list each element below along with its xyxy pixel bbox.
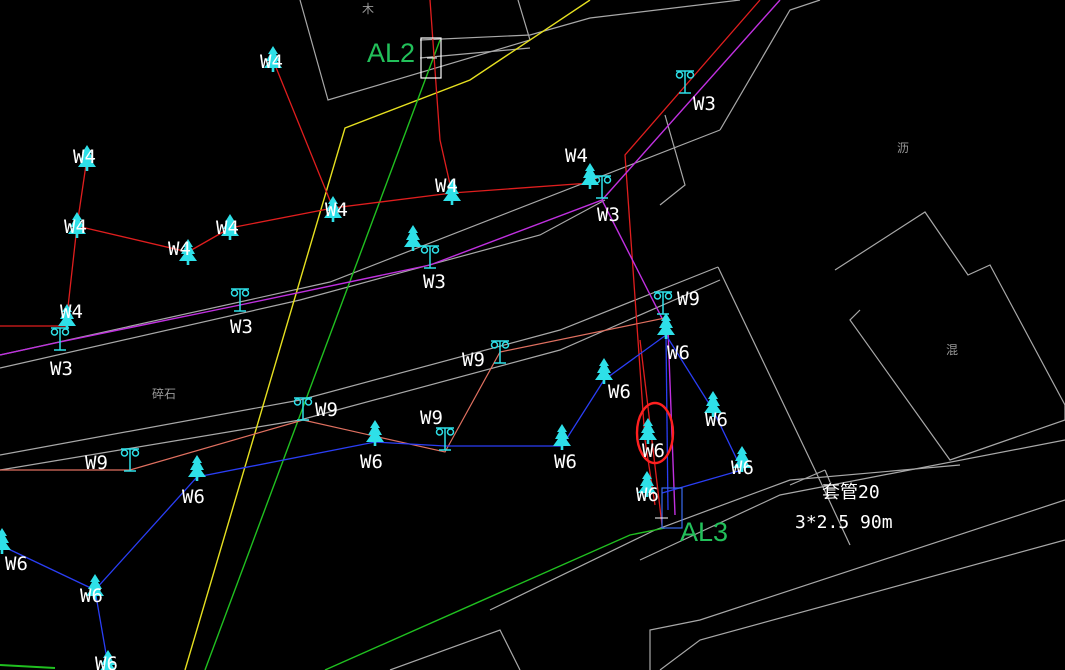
road-edge-upper xyxy=(0,129,721,356)
fixture-w4-a[interactable]: W4 xyxy=(260,46,283,73)
fixture-label: W9 xyxy=(315,399,338,421)
fixture-w4-d[interactable]: W4 xyxy=(168,238,197,265)
fixture-label: W9 xyxy=(677,288,700,310)
area-label-concrete: 混 xyxy=(946,343,958,357)
fixture-label: W6 xyxy=(705,409,728,431)
road-edge-lower-2 xyxy=(0,279,721,471)
fixture-label: W4 xyxy=(216,217,239,239)
cable-note-spec: 3*2.5 90m xyxy=(795,512,893,533)
lamp-post-icon xyxy=(675,70,695,94)
fixture-label: W4 xyxy=(260,51,283,73)
cable-note-sleeve: 套管20 xyxy=(822,482,880,503)
fixture-label: W6 xyxy=(80,585,103,607)
fixture-label: W6 xyxy=(5,553,28,575)
road-edge-lower-1 xyxy=(0,266,719,456)
fixture-w6-h[interactable]: W6 xyxy=(360,420,384,473)
fixture-w6-d[interactable]: W6 xyxy=(731,446,754,479)
road-edge-south-4 xyxy=(659,539,1065,670)
fixture-w4-e[interactable]: W4 xyxy=(216,214,239,240)
road-edge-south-5 xyxy=(389,629,521,670)
fixture-w9-a[interactable]: W9 xyxy=(653,288,700,315)
fixture-w9-d[interactable]: W9 xyxy=(420,407,455,451)
fixture-label: W6 xyxy=(642,440,665,462)
fixture-w4-g[interactable]: W4 xyxy=(435,175,461,205)
panel-al2-label: AL2 xyxy=(367,38,415,68)
fixture-label: W4 xyxy=(325,199,348,221)
fixture-w9-b[interactable]: W9 xyxy=(462,340,510,371)
road-green xyxy=(204,39,441,670)
panel-al3-label: AL3 xyxy=(680,517,728,547)
fixture-label: W6 xyxy=(731,457,754,479)
fixture-label: W3 xyxy=(597,204,620,226)
lamp-post-icon xyxy=(50,327,70,351)
fixture-w4-c[interactable]: W4 xyxy=(64,212,87,238)
fixture-label: W4 xyxy=(64,216,87,238)
fixture-w6-f[interactable]: W6 xyxy=(636,471,659,506)
panel-al2[interactable]: AL2 xyxy=(367,37,442,79)
fixture-label: W4 xyxy=(60,301,83,323)
fixture-w4-i[interactable]: W4 xyxy=(58,301,83,330)
fixture-label: W6 xyxy=(95,653,118,670)
lamp-post-icon xyxy=(653,291,673,315)
fixture-label: W6 xyxy=(608,381,631,403)
fixture-layer: W4 W4 W4 W4 W4 W4 W4 W4 W4 W3 W3 W3 W3 W3 W9 W9 W9 W9 W9 W6… xyxy=(0,46,754,670)
fixture-label: W6 xyxy=(636,484,659,506)
fixture-label: W9 xyxy=(420,407,443,429)
area-label-asphalt: 沥 xyxy=(897,141,909,155)
panel-al3[interactable]: AL3 xyxy=(655,487,728,547)
site-boundary-east xyxy=(659,114,686,206)
fixture-label: W4 xyxy=(565,145,588,167)
fixture-w3-a[interactable]: W3 xyxy=(675,70,716,115)
fixture-w6-l[interactable]: W6 xyxy=(95,650,118,670)
area-label-wood: 木 xyxy=(362,2,374,16)
tree-icon xyxy=(657,313,675,339)
area-label-gravel: 碎石 xyxy=(152,386,176,401)
circuit-magenta-w3-branch xyxy=(601,199,676,516)
fixture-label: W6 xyxy=(360,451,383,473)
site-boundary-right xyxy=(719,0,821,131)
fixture-w6-i[interactable]: W6 xyxy=(182,455,206,508)
fixture-label: W6 xyxy=(667,342,690,364)
fixture-label: W3 xyxy=(50,358,73,380)
circuit-salmon-w9 xyxy=(0,317,666,471)
fixture-w4-b[interactable]: W4 xyxy=(73,145,96,171)
building-outline-east xyxy=(717,266,851,546)
fixture-label: W3 xyxy=(423,271,446,293)
fixture-label: W6 xyxy=(554,451,577,473)
fixture-label: W9 xyxy=(85,452,108,474)
building-outlines xyxy=(0,0,1065,670)
road-green-corner xyxy=(0,664,56,669)
tree-icon xyxy=(188,455,206,481)
fixture-w4-f[interactable]: W4 xyxy=(324,196,348,222)
fixture-w3-c[interactable]: W3 xyxy=(420,245,446,293)
fixture-label: W3 xyxy=(693,93,716,115)
lamp-post-icon xyxy=(293,397,313,421)
lamp-post-icon xyxy=(420,245,440,269)
fixture-w6-c[interactable]: W6 xyxy=(704,391,728,431)
cad-drawing-canvas[interactable]: AL2 AL3 套管20 3*2.5 90m 木 碎石 沥 混 W4W4W4W4… xyxy=(0,0,1065,670)
fixture-label: W4 xyxy=(168,238,191,260)
fixture-w6-e[interactable]: W6 xyxy=(639,418,665,462)
fixture-label: W3 xyxy=(230,316,253,338)
building-outline-far-east xyxy=(834,211,1065,461)
lamp-post-icon xyxy=(435,427,455,451)
lamp-post-icon xyxy=(592,175,612,199)
fixture-w9-c[interactable]: W9 xyxy=(293,397,338,421)
fixture-label: W9 xyxy=(462,349,485,371)
fixture-label: W4 xyxy=(73,146,96,168)
fixture-label: W6 xyxy=(182,486,205,508)
fixture-label: W4 xyxy=(435,175,458,197)
fixture-w6-j[interactable]: W6 xyxy=(80,574,104,607)
fixture-w6-g[interactable]: W6 xyxy=(553,424,577,473)
